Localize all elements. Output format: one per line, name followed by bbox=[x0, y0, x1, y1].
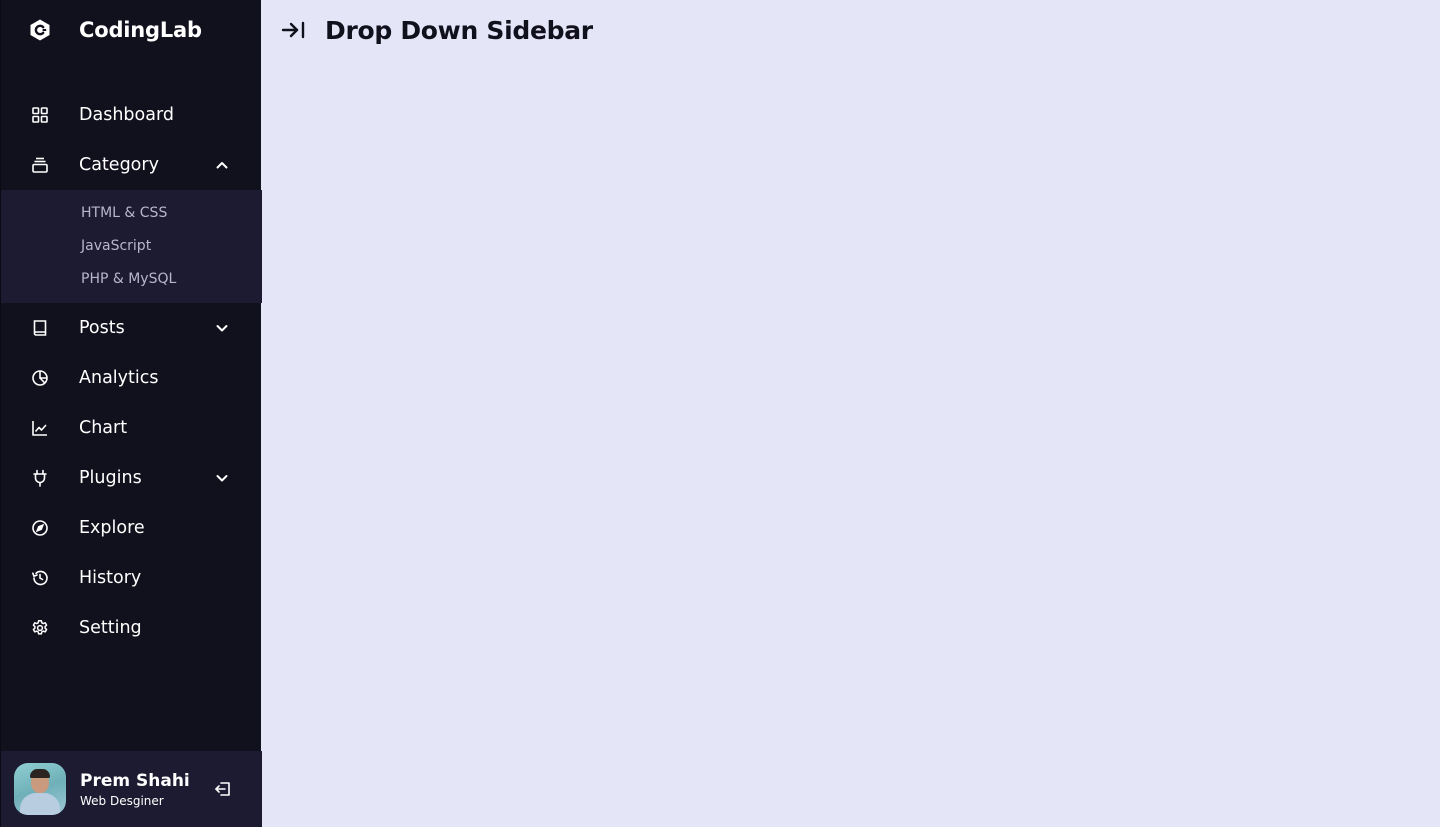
profile-name: Prem Shahi bbox=[80, 770, 190, 791]
avatar[interactable] bbox=[14, 763, 66, 815]
history-icon bbox=[1, 569, 79, 587]
compass-icon bbox=[1, 519, 79, 537]
sidebar-item-category[interactable]: Category bbox=[1, 140, 262, 190]
avatar-body bbox=[20, 793, 60, 815]
sidebar-item-history[interactable]: History bbox=[1, 553, 262, 603]
sidebar-toggle-icon[interactable] bbox=[279, 15, 309, 45]
collection-icon bbox=[1, 156, 79, 174]
brand-name: CodingLab bbox=[79, 18, 202, 42]
submenu-item-php-mysql[interactable]: PHP & MySQL bbox=[1, 262, 262, 295]
sidebar-item-label: Plugins bbox=[79, 468, 142, 488]
logo[interactable]: CodingLab bbox=[1, 0, 262, 60]
line-chart-icon bbox=[1, 419, 79, 437]
sidebar-item-label: Chart bbox=[79, 418, 128, 438]
brand-logo-icon bbox=[1, 18, 79, 42]
sidebar-item-label: Dashboard bbox=[79, 105, 174, 125]
main-header: Drop Down Sidebar bbox=[261, 0, 1440, 60]
sidebar-item-label: Analytics bbox=[79, 368, 159, 388]
sidebar-item-explore[interactable]: Explore bbox=[1, 503, 262, 553]
sidebar-item-dashboard[interactable]: Dashboard bbox=[1, 90, 262, 140]
sidebar-item-label: Setting bbox=[79, 618, 142, 638]
sidebar-item-analytics[interactable]: Analytics bbox=[1, 353, 262, 403]
sidebar-item-posts[interactable]: Posts bbox=[1, 303, 262, 353]
logout-icon[interactable] bbox=[213, 779, 233, 799]
pie-chart-icon bbox=[1, 369, 79, 387]
sidebar-item-chart[interactable]: Chart bbox=[1, 403, 262, 453]
grid-icon bbox=[1, 106, 79, 124]
page-title: Drop Down Sidebar bbox=[325, 15, 593, 45]
avatar-hair bbox=[30, 769, 50, 778]
sidebar-item-setting[interactable]: Setting bbox=[1, 603, 262, 653]
book-icon bbox=[1, 319, 79, 337]
sidebar-nav: Dashboard Category HTML & CSS JavaScript… bbox=[1, 90, 262, 653]
chevron-down-icon[interactable] bbox=[214, 453, 230, 503]
gear-icon bbox=[1, 619, 79, 637]
category-submenu: HTML & CSS JavaScript PHP & MySQL bbox=[1, 190, 262, 303]
sidebar-item-label: History bbox=[79, 568, 142, 588]
submenu-item-html-css[interactable]: HTML & CSS bbox=[1, 196, 262, 229]
sidebar: CodingLab Dashboard Category HTML & CSS … bbox=[0, 0, 262, 827]
sidebar-item-plugins[interactable]: Plugins bbox=[1, 453, 262, 503]
profile-info: Prem Shahi Web Desginer bbox=[80, 771, 190, 808]
chevron-down-icon[interactable] bbox=[214, 303, 230, 353]
plug-icon bbox=[1, 469, 79, 487]
sidebar-item-label: Explore bbox=[79, 518, 145, 538]
profile-details: Prem Shahi Web Desginer bbox=[1, 751, 262, 827]
profile-job: Web Desginer bbox=[80, 793, 164, 808]
sidebar-item-label: Category bbox=[79, 155, 159, 175]
submenu-item-javascript[interactable]: JavaScript bbox=[1, 229, 262, 262]
sidebar-item-label: Posts bbox=[79, 318, 125, 338]
chevron-up-icon[interactable] bbox=[214, 140, 230, 190]
